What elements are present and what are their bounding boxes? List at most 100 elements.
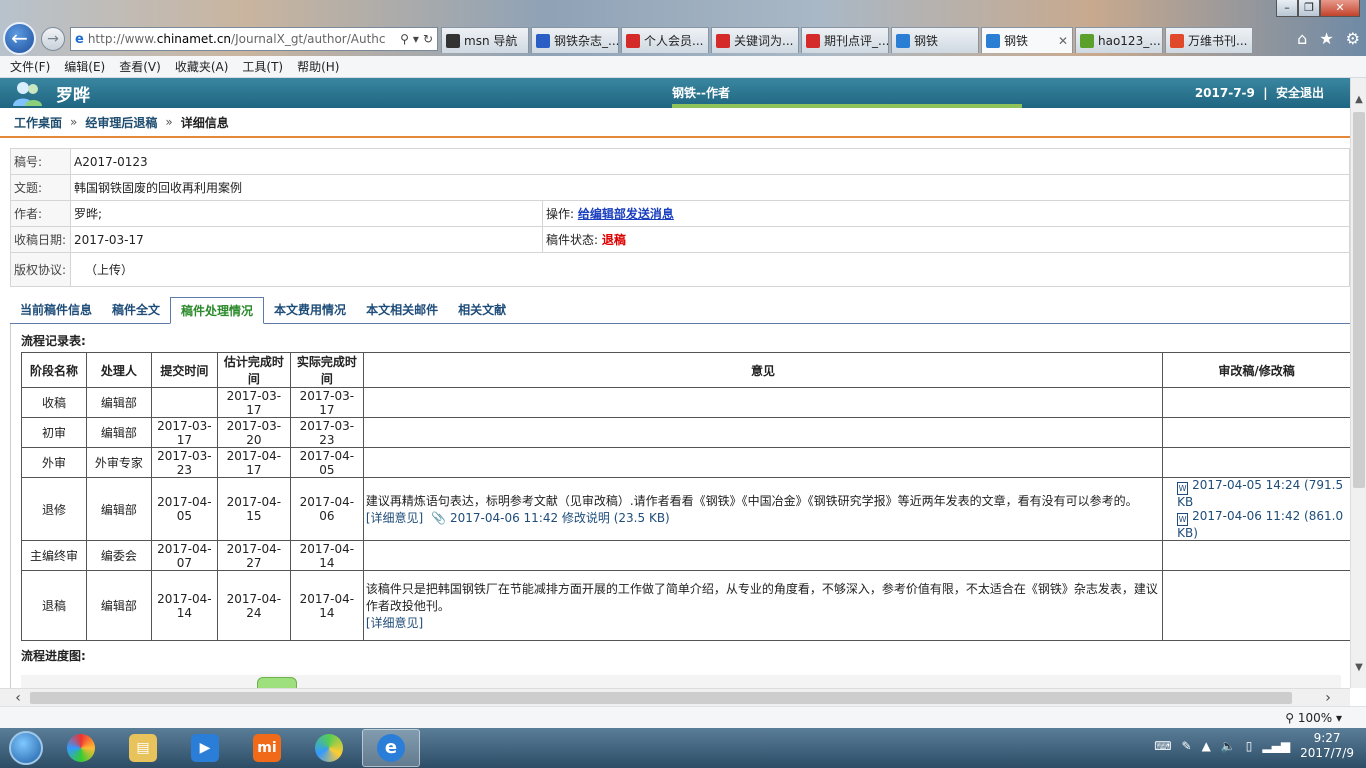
column-header: 意见 bbox=[362, 352, 1164, 388]
tab-label: msn 导航 bbox=[464, 34, 518, 48]
tab-favicon-icon bbox=[1080, 33, 1094, 48]
author-value: 罗晔; bbox=[70, 200, 543, 227]
breadcrumb-section[interactable]: 经审理后退稿 bbox=[85, 114, 157, 131]
detail-tab[interactable]: 稿件全文 bbox=[102, 299, 170, 323]
detail-opinion-link[interactable]: [详细意见] bbox=[366, 511, 423, 525]
network-icon[interactable]: ▂▄▆ bbox=[1262, 739, 1290, 753]
scroll-down-icon[interactable]: ▼ bbox=[1351, 660, 1366, 676]
taskbar: ▤ ▶ mi e ⌨ ✎ ▲ 🔈 ▯ ▂▄▆ 9:27 2017/7/9 bbox=[0, 728, 1366, 768]
minimize-button[interactable]: – bbox=[1276, 0, 1298, 17]
browser-tab[interactable]: 钢铁 bbox=[891, 27, 979, 53]
flowchart-label: 流程进度图: bbox=[21, 649, 86, 663]
tab-favicon-icon bbox=[1170, 33, 1184, 48]
dropdown-icon[interactable]: ▾ bbox=[413, 32, 419, 46]
browser-360-icon bbox=[315, 734, 343, 762]
search-icon[interactable]: ⚲ bbox=[400, 32, 409, 46]
status-value: 退稿 bbox=[601, 233, 626, 247]
browser-tab[interactable]: 钢铁杂志_... bbox=[531, 27, 619, 53]
cell-handler: 外审专家 bbox=[85, 447, 152, 478]
address-bar[interactable]: e http://www.chinamet.cn/JournalX_gt/aut… bbox=[70, 27, 438, 51]
detail-tabs: 当前稿件信息 稿件全文 稿件处理情况 本文费用情况 本文相关邮件 相关文献 bbox=[10, 297, 1350, 324]
back-button[interactable]: ← bbox=[3, 22, 36, 55]
logout-link[interactable]: 安全退出 bbox=[1276, 86, 1324, 100]
browser-tab[interactable]: msn 导航 bbox=[441, 27, 529, 53]
cell-opinion bbox=[362, 540, 1164, 571]
revision-link[interactable]: W 2017-04-05 14:24 (791.5 KB bbox=[1177, 478, 1348, 509]
menu-item[interactable]: 文件(F) bbox=[10, 58, 50, 75]
detail-tab[interactable]: 当前稿件信息 bbox=[10, 299, 102, 323]
home-icon[interactable]: ⌂ bbox=[1297, 29, 1307, 48]
pen-icon[interactable]: ✎ bbox=[1182, 739, 1192, 753]
battery-icon[interactable]: ▯ bbox=[1246, 739, 1253, 753]
folder-icon: ▤ bbox=[129, 734, 157, 762]
send-message-link[interactable]: 给编辑部发送消息 bbox=[578, 207, 674, 221]
horizontal-scrollbar[interactable]: ‹ › bbox=[0, 688, 1350, 706]
taskbar-app-media[interactable]: ▶ bbox=[176, 729, 234, 767]
detail-tab[interactable]: 本文费用情况 bbox=[264, 299, 356, 323]
taskbar-app-pinwheel[interactable] bbox=[52, 729, 110, 767]
browser-tab[interactable]: 期刊点评_... bbox=[801, 27, 889, 53]
taskbar-app-explorer[interactable]: ▤ bbox=[114, 729, 172, 767]
browser-tab[interactable]: hao123_... bbox=[1075, 27, 1163, 53]
hscroll-thumb[interactable] bbox=[30, 692, 1292, 704]
scroll-right-icon[interactable]: › bbox=[1320, 689, 1336, 707]
scroll-thumb[interactable] bbox=[1353, 112, 1365, 488]
title-value: 韩国钢铁固废的回收再利用案例 bbox=[70, 174, 1350, 201]
taskbar-app-browser360[interactable] bbox=[300, 729, 358, 767]
browser-tab[interactable]: 个人会员... bbox=[621, 27, 709, 53]
table-row: 退稿 编辑部 2017-04-14 2017-04-24 2017-04-14 该稿件只是… bbox=[21, 570, 1350, 641]
clock[interactable]: 9:27 2017/7/9 bbox=[1300, 731, 1354, 761]
maximize-button[interactable]: ❐ bbox=[1298, 0, 1320, 17]
copyright-upload-link[interactable]: （上传） bbox=[70, 252, 1350, 287]
detail-tab[interactable]: 本文相关邮件 bbox=[356, 299, 448, 323]
browser-tab[interactable]: 关键词为... bbox=[711, 27, 799, 53]
browser-tab[interactable]: 万维书刊... bbox=[1165, 27, 1253, 53]
cell-actual: 2017-03-17 bbox=[289, 387, 364, 418]
tray-expand-icon[interactable]: ▲ bbox=[1202, 739, 1211, 753]
scroll-up-icon[interactable]: ▲ bbox=[1351, 92, 1366, 108]
cell-est: 2017-04-24 bbox=[216, 570, 291, 641]
close-window-button[interactable]: ✕ bbox=[1320, 0, 1360, 17]
zoom-level[interactable]: ⚲ 100% ▾ bbox=[1285, 711, 1342, 725]
cell-est: 2017-04-15 bbox=[216, 477, 291, 541]
site-title: 钢铁--作者 bbox=[672, 86, 730, 100]
tab-favicon-icon bbox=[626, 33, 640, 48]
vertical-scrollbar[interactable]: ▲ ▼ bbox=[1350, 78, 1366, 688]
tab-close-icon[interactable]: ✕ bbox=[1058, 34, 1068, 48]
detail-tab[interactable]: 稿件处理情况 bbox=[170, 297, 265, 324]
revision-link[interactable]: W 2017-04-06 11:42 (861.0 KB) bbox=[1177, 509, 1348, 540]
scroll-left-icon[interactable]: ‹ bbox=[10, 689, 26, 707]
system-tray: ⌨ ✎ ▲ 🔈 ▯ ▂▄▆ 9:27 2017/7/9 bbox=[1154, 731, 1354, 761]
detail-opinion-link[interactable]: [详细意见] bbox=[366, 616, 423, 630]
detail-tab[interactable]: 相关文献 bbox=[448, 299, 516, 323]
menu-item[interactable]: 编辑(E) bbox=[64, 58, 105, 75]
forward-button[interactable]: → bbox=[41, 27, 65, 51]
operation-label: 操作: bbox=[546, 207, 575, 221]
menu-item[interactable]: 收藏夹(A) bbox=[175, 58, 229, 75]
start-button[interactable] bbox=[4, 728, 48, 768]
breadcrumb-home[interactable]: 工作桌面 bbox=[14, 114, 62, 131]
table-header-row: 阶段名称 处理人 提交时间 估计完成时间 实际完成时间 意见 审改稿/修改稿 bbox=[21, 352, 1350, 388]
username: 罗晔 bbox=[56, 86, 90, 106]
windows-logo-icon bbox=[9, 731, 43, 765]
cell-est: 2017-03-17 bbox=[216, 387, 291, 418]
refresh-icon[interactable]: ↻ bbox=[423, 32, 433, 46]
menu-item[interactable]: 工具(T) bbox=[242, 58, 283, 75]
breadcrumb: 工作桌面 » 经审理后退稿 » 详细信息 bbox=[0, 108, 1350, 138]
tab-favicon-icon bbox=[806, 33, 820, 48]
address-url[interactable]: http://www.chinamet.cn/JournalX_gt/autho… bbox=[88, 32, 396, 46]
tab-favicon-icon bbox=[716, 33, 730, 48]
users-icon bbox=[13, 82, 42, 106]
menu-item[interactable]: 查看(V) bbox=[119, 58, 161, 75]
menu-item[interactable]: 帮助(H) bbox=[297, 58, 339, 75]
browser-tab[interactable]: 钢铁 ✕ bbox=[981, 27, 1073, 53]
taskbar-app-ie[interactable]: e bbox=[362, 729, 420, 767]
keyboard-icon[interactable]: ⌨ bbox=[1154, 739, 1171, 753]
browser-toolbar-icons: ⌂ ★ ⚙ bbox=[1297, 29, 1360, 48]
favorites-star-icon[interactable]: ★ bbox=[1319, 29, 1333, 48]
operation-cell: 操作: 给编辑部发送消息 bbox=[542, 200, 1350, 227]
volume-icon[interactable]: 🔈 bbox=[1221, 739, 1236, 753]
taskbar-app-mi[interactable]: mi bbox=[238, 729, 296, 767]
settings-gear-icon[interactable]: ⚙ bbox=[1346, 29, 1360, 48]
attachment-link[interactable]: 📎 2017-04-06 11:42 修改说明 (23.5 KB) bbox=[431, 511, 670, 525]
